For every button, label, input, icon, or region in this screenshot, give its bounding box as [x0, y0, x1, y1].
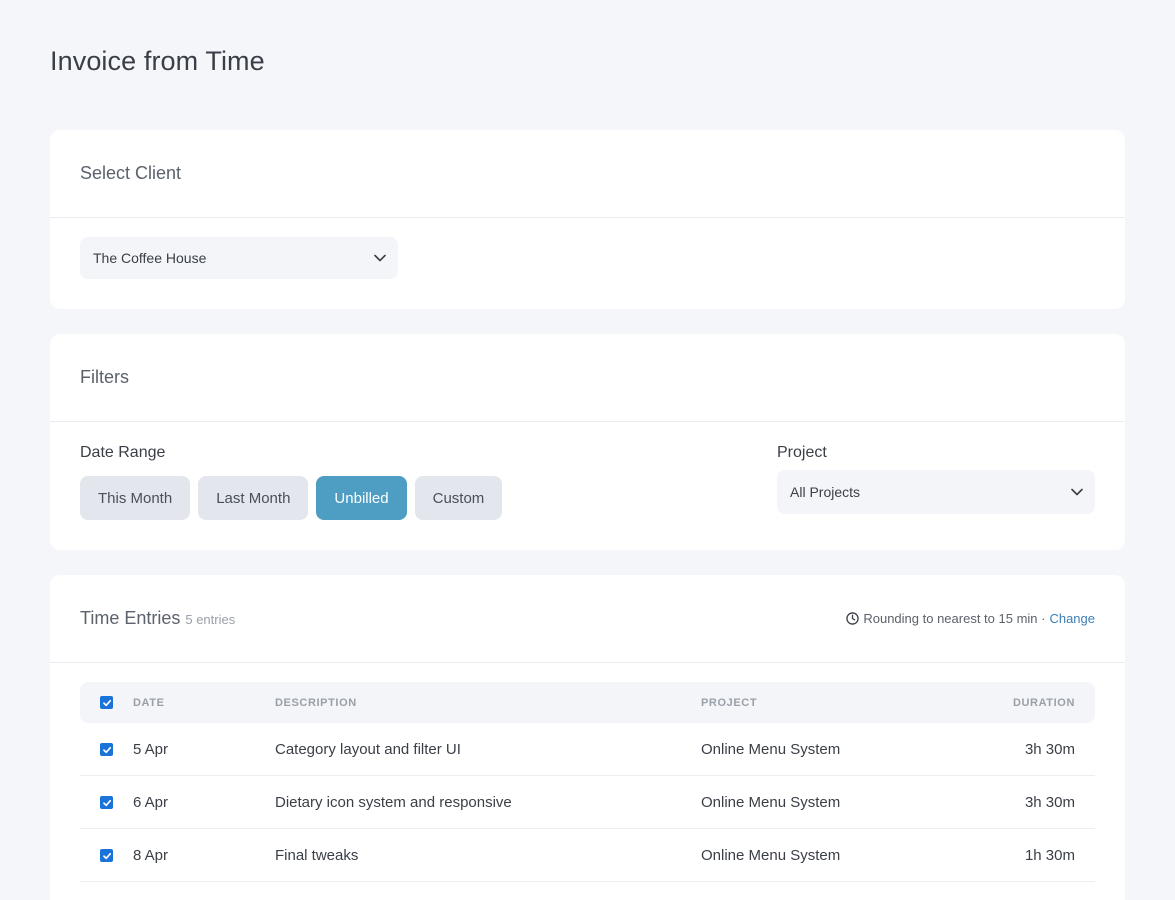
check-icon — [102, 852, 111, 859]
chevron-down-icon — [374, 254, 386, 262]
date-range-label: Date Range — [80, 444, 166, 461]
rounding-text: Rounding to nearest to 15 min · — [863, 611, 1046, 626]
select-client-header: Select Client — [50, 130, 1125, 218]
row-description: Final tweaks — [275, 847, 359, 864]
table-row[interactable]: 8 Apr Final tweaks Online Menu System 1h… — [80, 829, 1095, 882]
project-label: Project — [777, 444, 827, 461]
row-date: 8 Apr — [133, 847, 169, 864]
table-header-row: DATE DESCRIPTION PROJECT DURATION — [80, 682, 1095, 723]
row-project: Online Menu System — [701, 847, 841, 864]
row-date: 5 Apr — [133, 741, 169, 758]
row-duration: 1h 30m — [1024, 847, 1075, 864]
check-icon — [102, 746, 111, 753]
page-title: Invoice from Time — [50, 46, 265, 76]
table-row[interactable]: 6 Apr Dietary icon system and responsive… — [80, 776, 1095, 829]
column-header-duration[interactable]: DURATION — [1013, 697, 1075, 709]
chevron-down-icon — [1071, 488, 1083, 496]
project-select-value: All Projects — [790, 484, 861, 500]
time-entries-title-wrap: Time Entries 5 entries — [80, 608, 235, 629]
row-checkbox[interactable] — [100, 796, 113, 809]
project-select[interactable]: All Projects — [777, 470, 1095, 514]
check-icon — [102, 799, 111, 806]
rounding-info: Rounding to nearest to 15 min · Change — [846, 611, 1095, 626]
date-range-group: This Month Last Month Unbilled Custom — [80, 476, 503, 520]
row-duration: 3h 30m — [1024, 794, 1075, 811]
change-rounding-link[interactable]: Change — [1049, 611, 1095, 626]
time-entries-title: Time Entries — [80, 608, 181, 628]
entries-count: 5 entries — [185, 612, 236, 627]
time-entries-header: Time Entries 5 entries Rounding to neare… — [50, 575, 1125, 663]
select-all-checkbox[interactable] — [100, 696, 113, 709]
row-checkbox[interactable] — [100, 849, 113, 862]
row-description: Dietary icon system and responsive — [275, 794, 512, 811]
date-range-custom-button[interactable]: Custom — [414, 476, 503, 520]
row-description: Category layout and filter UI — [275, 741, 461, 758]
row-duration: 3h 30m — [1024, 741, 1075, 758]
filters-title: Filters — [80, 367, 129, 387]
date-range-last-month-button[interactable]: Last Month — [198, 476, 309, 520]
table-row[interactable]: 5 Apr Category layout and filter UI Onli… — [80, 723, 1095, 776]
clock-icon — [846, 612, 860, 625]
client-select-value: The Coffee House — [93, 250, 207, 266]
check-icon — [102, 699, 111, 706]
row-date: 6 Apr — [133, 794, 169, 811]
column-header-date[interactable]: DATE — [133, 697, 165, 709]
date-range-unbilled-button[interactable]: Unbilled — [316, 476, 407, 520]
date-range-this-month-button[interactable]: This Month — [80, 476, 191, 520]
select-client-title: Select Client — [80, 163, 182, 183]
column-header-project[interactable]: PROJECT — [701, 697, 757, 709]
row-checkbox[interactable] — [100, 743, 113, 756]
client-select[interactable]: The Coffee House — [80, 237, 398, 279]
row-project: Online Menu System — [701, 794, 841, 811]
filters-header: Filters — [50, 334, 1125, 422]
select-client-card: Select Client The Coffee House — [50, 130, 1125, 309]
filters-card: Filters Date Range This Month Last Month… — [50, 334, 1125, 550]
time-entries-card: Time Entries 5 entries Rounding to neare… — [50, 575, 1125, 900]
row-project: Online Menu System — [701, 741, 841, 758]
column-header-description[interactable]: DESCRIPTION — [275, 697, 357, 709]
time-entries-table: DATE DESCRIPTION PROJECT DURATION 5 Apr … — [80, 682, 1095, 882]
